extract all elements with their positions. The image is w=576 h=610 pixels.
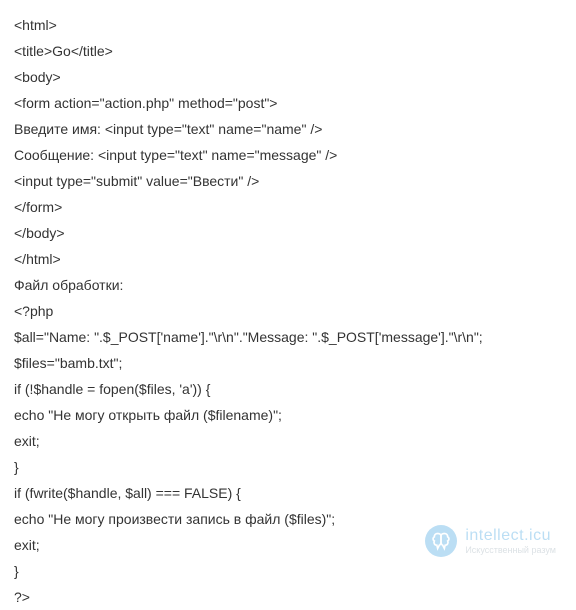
code-line: } <box>14 558 562 584</box>
code-line: <html> <box>14 12 562 38</box>
code-line: </form> <box>14 194 562 220</box>
code-line: Файл обработки: <box>14 272 562 298</box>
code-line: if (!$handle = fopen($files, 'a')) { <box>14 376 562 402</box>
code-line: <title>Go</title> <box>14 38 562 64</box>
code-line: <body> <box>14 64 562 90</box>
code-block: <html> <title>Go</title> <body> <form ac… <box>14 12 562 610</box>
code-line: if (fwrite($handle, $all) === FALSE) { <box>14 480 562 506</box>
code-line: <?php <box>14 298 562 324</box>
code-line: <input type="submit" value="Ввести" /> <box>14 168 562 194</box>
code-line: $all="Name: ".$_POST['name']."\r\n"."Mes… <box>14 324 562 350</box>
code-line: echo "Не могу открыть файл ($filename)"; <box>14 402 562 428</box>
code-line: $files="bamb.txt"; <box>14 350 562 376</box>
code-line: } <box>14 454 562 480</box>
code-line: </body> <box>14 220 562 246</box>
code-line: ?> <box>14 584 562 610</box>
code-line: exit; <box>14 532 562 558</box>
code-line: <form action="action.php" method="post"> <box>14 90 562 116</box>
code-line: Введите имя: <input type="text" name="na… <box>14 116 562 142</box>
code-line: exit; <box>14 428 562 454</box>
code-line: </html> <box>14 246 562 272</box>
code-line: echo "Не могу произвести запись в файл (… <box>14 506 562 532</box>
code-line: Сообщение: <input type="text" name="mess… <box>14 142 562 168</box>
